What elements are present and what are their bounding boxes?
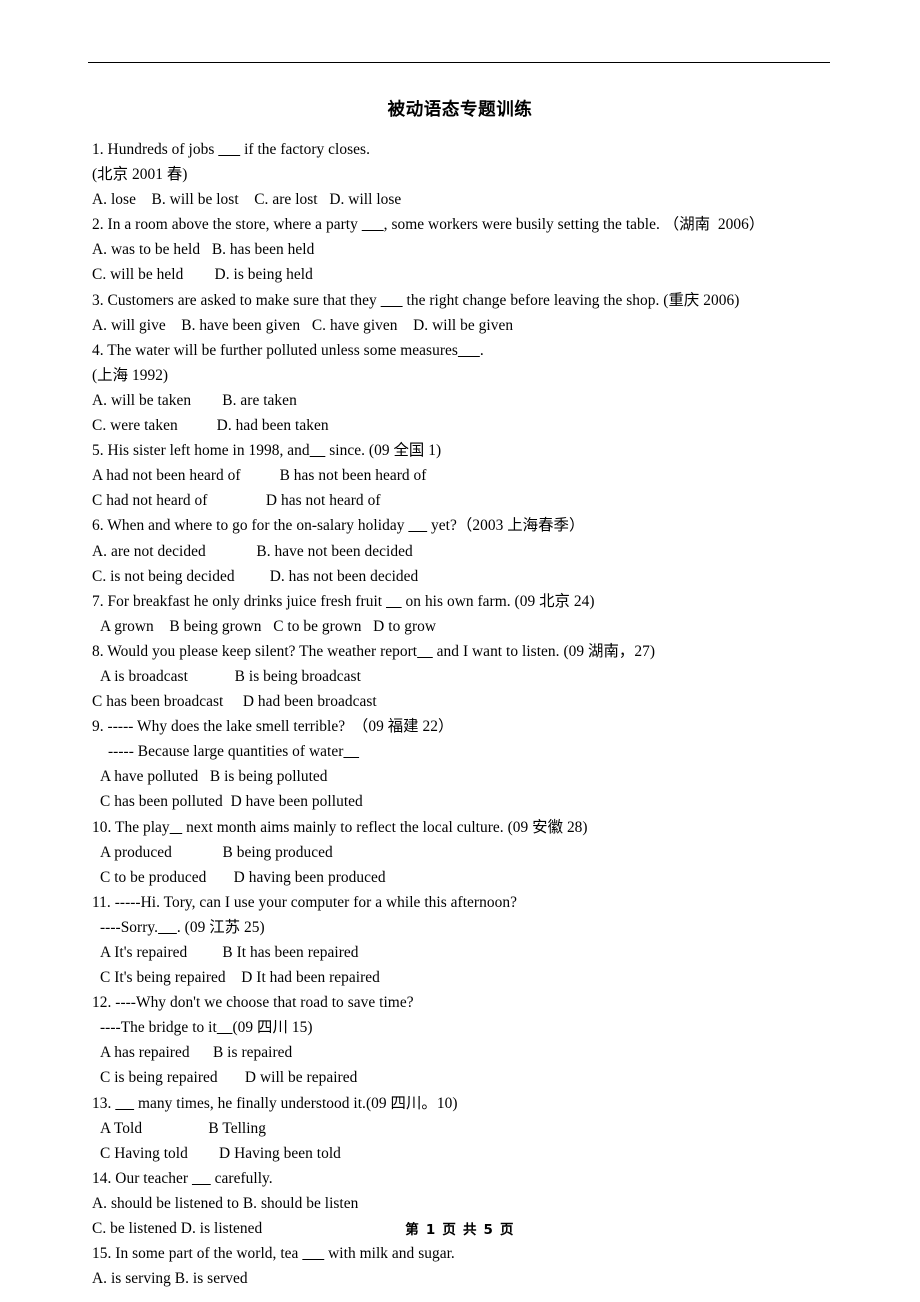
exercise-line: C has been polluted D have been polluted bbox=[100, 793, 363, 811]
exercise-line: ----- Because large quantities of water bbox=[92, 739, 852, 764]
exercise-line: C is being repaired D will be repaired bbox=[100, 1069, 358, 1087]
exercise-line: A. is serving B. is served bbox=[92, 1270, 248, 1288]
exercise-line: 8. Would you please keep silent? The wea… bbox=[92, 642, 655, 660]
exercise-line: C It's being repaired D It had been repa… bbox=[100, 969, 380, 987]
answer-blank bbox=[386, 593, 402, 610]
answer-blank bbox=[218, 141, 240, 158]
answer-blank bbox=[417, 643, 433, 660]
answer-blank bbox=[343, 743, 359, 760]
answer-blank bbox=[115, 1095, 134, 1112]
page-title: 被动语态专题训练 bbox=[387, 100, 533, 120]
exercise-line: 14. Our teacher carefully. bbox=[92, 1169, 273, 1187]
answer-blank bbox=[458, 342, 480, 359]
exercise-line: A. are not decided B. have not been deci… bbox=[92, 542, 413, 560]
exercise-line: 11. -----Hi. Tory, can I use your comput… bbox=[92, 893, 517, 911]
answer-blank bbox=[217, 1019, 233, 1036]
exercise-line: A had not been heard of B has not been h… bbox=[92, 467, 427, 485]
exercise-line: A. will be taken B. are taken bbox=[92, 391, 297, 409]
answer-blank bbox=[170, 819, 183, 836]
page-footer: 第 1 页 共 5 页 bbox=[405, 1222, 515, 1238]
exercise-line: C. is not being decided D. has not been … bbox=[92, 567, 419, 585]
header-divider bbox=[88, 62, 830, 63]
answer-blank bbox=[310, 442, 326, 459]
exercise-line: A. should be listened to B. should be li… bbox=[92, 1194, 359, 1212]
exercise-line: A. was to be held B. has been held bbox=[92, 241, 315, 259]
exercise-line: A. will give B. have been given C. have … bbox=[92, 316, 514, 334]
answer-blank bbox=[158, 919, 177, 936]
exercise-list: 1. Hundreds of jobs if the factory close… bbox=[92, 137, 852, 1291]
exercise-line: 13. many times, he finally understood it… bbox=[92, 1094, 458, 1112]
exercise-line: 6. When and where to go for the on-salar… bbox=[92, 517, 585, 535]
exercise-line: 10. The play next month aims mainly to r… bbox=[92, 818, 588, 836]
answer-blank bbox=[362, 216, 384, 233]
exercise-line: C has been broadcast D had been broadcas… bbox=[92, 693, 377, 711]
exercise-line: 7. For breakfast he only drinks juice fr… bbox=[92, 592, 595, 610]
exercise-line: C. will be held D. is being held bbox=[92, 266, 313, 284]
exercise-line: C had not heard of D has not heard of bbox=[92, 492, 381, 510]
exercise-line: 15. In some part of the world, tea with … bbox=[92, 1245, 455, 1263]
exercise-line: A have polluted B is being polluted bbox=[100, 768, 328, 786]
exercise-line: 1. Hundreds of jobs if the factory close… bbox=[92, 141, 370, 158]
exercise-line: 9. ----- Why does the lake smell terribl… bbox=[92, 718, 454, 736]
exercise-line: A Told B Telling bbox=[100, 1119, 267, 1137]
exercise-line: ----The bridge to it (09 四川 15) bbox=[100, 1019, 313, 1037]
exercise-line: 12. ----Why don't we choose that road to… bbox=[92, 994, 414, 1012]
answer-blank bbox=[408, 517, 427, 534]
document-page: 被动语态专题训练 1. Hundreds of jobs if the fact… bbox=[0, 0, 920, 1302]
exercise-line: A is broadcast B is being broadcast bbox=[100, 667, 361, 685]
exercise-line: C. were taken D. had been taken bbox=[92, 417, 329, 435]
exercise-line: (上海 1992) bbox=[92, 366, 169, 384]
exercise-line: 3. Customers are asked to make sure that… bbox=[92, 291, 740, 309]
answer-blank bbox=[302, 1245, 324, 1262]
exercise-line: ----Sorry. . (09 江苏 25) bbox=[100, 918, 265, 936]
exercise-line: A produced B being produced bbox=[100, 843, 333, 861]
exercise-line: A. lose B. will be lost C. are lost D. w… bbox=[92, 191, 402, 209]
exercise-line: A grown B being grown C to be grown D to… bbox=[100, 617, 437, 635]
answer-blank bbox=[381, 292, 403, 309]
exercise-line: A has repaired B is repaired bbox=[100, 1044, 293, 1062]
exercise-line: 5. His sister left home in 1998, and sin… bbox=[92, 442, 442, 460]
exercise-line: (北京 2001 春) bbox=[92, 166, 188, 184]
exercise-line: 2. In a room above the store, where a pa… bbox=[92, 216, 765, 234]
exercise-line: 4. The water will be further polluted un… bbox=[92, 341, 484, 359]
answer-blank bbox=[192, 1170, 211, 1187]
exercise-line: C to be produced D having been produced bbox=[100, 868, 386, 886]
exercise-line: C Having told D Having been told bbox=[100, 1144, 341, 1162]
exercise-line: A It's repaired B It has been repaired bbox=[100, 944, 359, 961]
